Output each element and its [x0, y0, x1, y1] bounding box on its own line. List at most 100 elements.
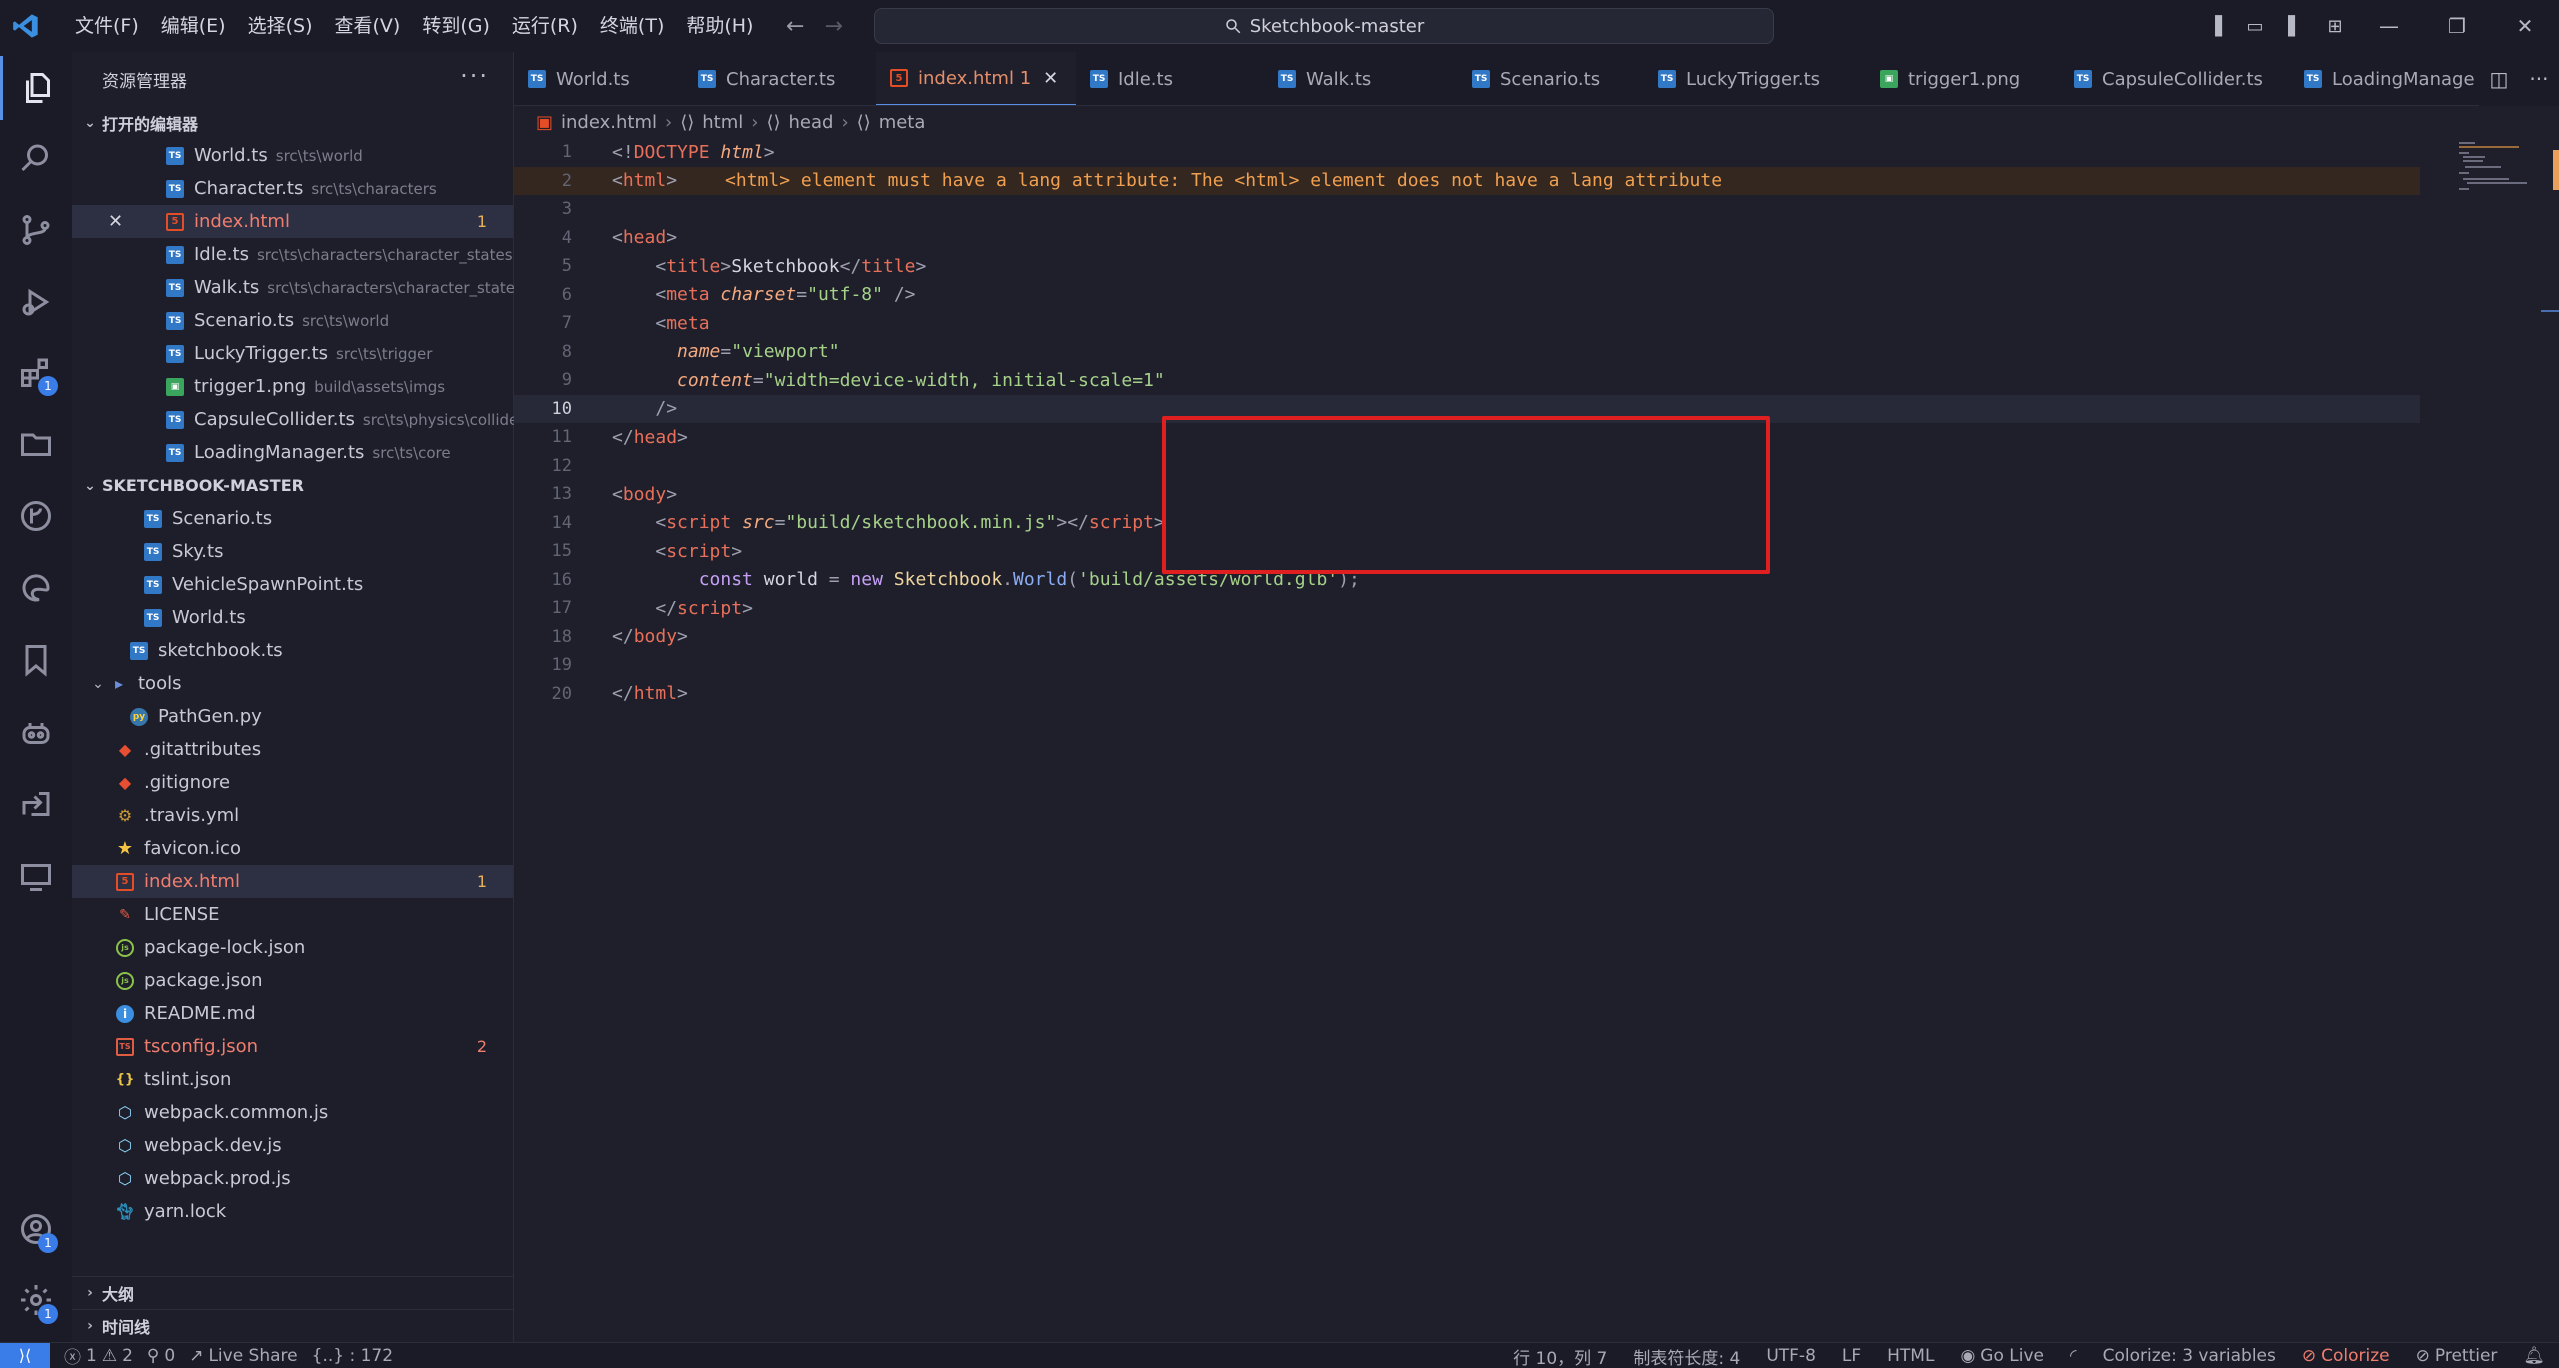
close-window-icon[interactable]: ✕: [2491, 0, 2559, 52]
restore-icon[interactable]: ❐: [2423, 0, 2491, 52]
folder-item[interactable]: ⌄ ▸ tools: [72, 667, 513, 700]
file-item[interactable]: js package-lock.json: [72, 931, 513, 964]
menu-item[interactable]: 运行(R): [501, 0, 589, 52]
file-item[interactable]: TS tsconfig.json 2: [72, 1030, 513, 1063]
notifications-bell-icon[interactable]: 🔔︎: [2523, 1346, 2545, 1366]
toggle-secondary-sidebar-icon[interactable]: ▌: [2275, 0, 2315, 52]
file-item[interactable]: ◆ .gitattributes: [72, 733, 513, 766]
file-item[interactable]: TS Scenario.ts: [72, 502, 513, 535]
outline-header[interactable]: › 大纲: [72, 1276, 514, 1309]
live-share-status[interactable]: ↗ Live Share: [189, 1346, 297, 1366]
editor-tab[interactable]: TS LuckyTrigger.ts: [1644, 52, 1866, 105]
editor-tab[interactable]: TS Character.ts: [684, 52, 876, 105]
command-center-search[interactable]: Sketchbook-master: [874, 8, 1774, 44]
problems-status[interactable]: ⓧ 1 ⚠ 2: [64, 1343, 133, 1368]
file-item[interactable]: TS World.ts: [72, 601, 513, 634]
editor-tab[interactable]: TS Scenario.ts: [1458, 52, 1644, 105]
file-item[interactable]: TS sketchbook.ts: [72, 634, 513, 667]
breadcrumb-item[interactable]: meta: [879, 112, 926, 133]
file-item[interactable]: TS VehicleSpawnPoint.ts: [72, 568, 513, 601]
colorize-variables[interactable]: Colorize: 3 variables: [2103, 1346, 2276, 1366]
cursor-position[interactable]: 行 10，列 7: [1513, 1344, 1607, 1368]
scrollbar-thumb[interactable]: [2553, 150, 2559, 190]
minimap[interactable]: [2439, 138, 2559, 1342]
back-arrow-icon[interactable]: ←: [786, 14, 804, 39]
menu-item[interactable]: 查看(V): [324, 0, 412, 52]
source-control-icon[interactable]: [0, 198, 72, 262]
open-editor-item[interactable]: ✕ 5 index.html 1: [72, 205, 513, 238]
encoding[interactable]: UTF-8: [1766, 1346, 1816, 1366]
run-debug-icon[interactable]: [0, 270, 72, 334]
editor-tab[interactable]: TS LoadingManage: [2290, 52, 2475, 105]
open-editor-item[interactable]: TS CapsuleCollider.ts src\ts\physics\colli…: [72, 403, 532, 436]
editor-tab[interactable]: TS Idle.ts: [1076, 52, 1264, 105]
close-icon[interactable]: ✕: [108, 211, 123, 232]
edge-devtools-icon[interactable]: [0, 556, 72, 620]
file-item[interactable]: {} tslint.json: [72, 1063, 513, 1096]
selection-status[interactable]: {..} : 172: [312, 1346, 393, 1366]
open-editor-item[interactable]: TS LuckyTrigger.ts src\ts\trigger: [72, 337, 513, 370]
close-tab-icon[interactable]: ✕: [1043, 68, 1058, 89]
editor-tab[interactable]: 5 index.html 1 ✕: [876, 52, 1076, 105]
breadcrumb-item[interactable]: html: [702, 112, 743, 133]
project-header[interactable]: ⌄ SKETCHBOOK-MASTER: [72, 469, 513, 502]
remote-explorer-icon[interactable]: [0, 412, 72, 476]
open-editor-item[interactable]: TS Idle.ts src\ts\characters\character_sta…: [72, 238, 513, 271]
menu-item[interactable]: 转到(G): [411, 0, 501, 52]
minimize-icon[interactable]: —: [2355, 0, 2423, 52]
editor-tab[interactable]: TS World.ts: [514, 52, 684, 105]
bookmark-icon[interactable]: [0, 628, 72, 692]
toggle-primary-sidebar-icon[interactable]: ▐: [2195, 0, 2235, 52]
file-item[interactable]: js package.json: [72, 964, 513, 997]
remote-window-icon[interactable]: [0, 844, 72, 908]
open-editor-item[interactable]: TS World.ts src\ts\world: [72, 139, 513, 172]
remote-indicator-icon[interactable]: ⟩⟨: [0, 1342, 50, 1368]
end-of-line[interactable]: LF: [1842, 1346, 1861, 1366]
accounts-icon[interactable]: 1: [0, 1197, 72, 1261]
extensions-icon[interactable]: 1: [0, 340, 72, 404]
file-item[interactable]: py PathGen.py: [72, 700, 513, 733]
breadcrumb-item[interactable]: index.html: [561, 112, 657, 133]
menu-item[interactable]: 帮助(H): [675, 0, 764, 52]
split-editor-icon[interactable]: ◫: [2490, 67, 2509, 91]
search-icon[interactable]: [0, 126, 72, 190]
explorer-icon[interactable]: [0, 56, 72, 120]
open-editor-item[interactable]: TS Scenario.ts src\ts\world: [72, 304, 513, 337]
more-actions-icon[interactable]: ···: [2529, 67, 2548, 91]
menu-item[interactable]: 文件(F): [64, 0, 150, 52]
file-item[interactable]: ⚙ .travis.yml: [72, 799, 513, 832]
file-item[interactable]: ✎ LICENSE: [72, 898, 513, 931]
prettier-button[interactable]: ⊘ Prettier: [2416, 1346, 2498, 1366]
copilot-icon[interactable]: [0, 700, 72, 764]
customize-layout-icon[interactable]: ⊞: [2315, 0, 2355, 52]
open-editor-item[interactable]: TS Character.ts src\ts\characters: [72, 172, 513, 205]
timeline-header[interactable]: › 时间线: [72, 1309, 514, 1342]
file-item[interactable]: TS Sky.ts: [72, 535, 513, 568]
ports-status[interactable]: ⚲ 0: [147, 1346, 175, 1366]
tab-size[interactable]: 制表符长度: 4: [1633, 1344, 1740, 1368]
file-item[interactable]: ◆ .gitignore: [72, 766, 513, 799]
go-live-button[interactable]: ◉ Go Live: [1960, 1346, 2044, 1366]
file-item[interactable]: i README.md: [72, 997, 513, 1030]
live-share-icon[interactable]: [0, 772, 72, 836]
toggle-panel-icon[interactable]: ▭: [2235, 0, 2275, 52]
language-mode[interactable]: HTML: [1887, 1346, 1934, 1366]
editor-tab[interactable]: TS Walk.ts: [1264, 52, 1458, 105]
menu-item[interactable]: 选择(S): [237, 0, 324, 52]
open-editor-item[interactable]: TS Walk.ts src\ts\characters\character_sta…: [72, 271, 523, 304]
file-item[interactable]: 🐈︎ yarn.lock: [72, 1195, 513, 1228]
code-editor[interactable]: 1 <!DOCTYPE html> 2 <html> <html> element mu…: [514, 138, 2559, 1342]
breadcrumb-item[interactable]: head: [789, 112, 834, 133]
file-item[interactable]: ⬡ webpack.dev.js: [72, 1129, 513, 1162]
menu-item[interactable]: 编辑(E): [150, 0, 237, 52]
settings-gear-icon[interactable]: 1: [0, 1268, 72, 1332]
git-graph-icon[interactable]: [0, 484, 72, 548]
more-actions-icon[interactable]: ···: [460, 62, 489, 90]
file-item[interactable]: 5 index.html 1: [72, 865, 513, 898]
forward-arrow-icon[interactable]: →: [824, 14, 842, 39]
open-editor-item[interactable]: ▣ trigger1.png build\assets\imgs: [72, 370, 513, 403]
editor-tab[interactable]: TS CapsuleCollider.ts: [2060, 52, 2290, 105]
file-item[interactable]: ⬡ webpack.prod.js: [72, 1162, 513, 1195]
file-item[interactable]: ★ favicon.ico: [72, 832, 513, 865]
editor-tab[interactable]: ▣ trigger1.png: [1866, 52, 2060, 105]
